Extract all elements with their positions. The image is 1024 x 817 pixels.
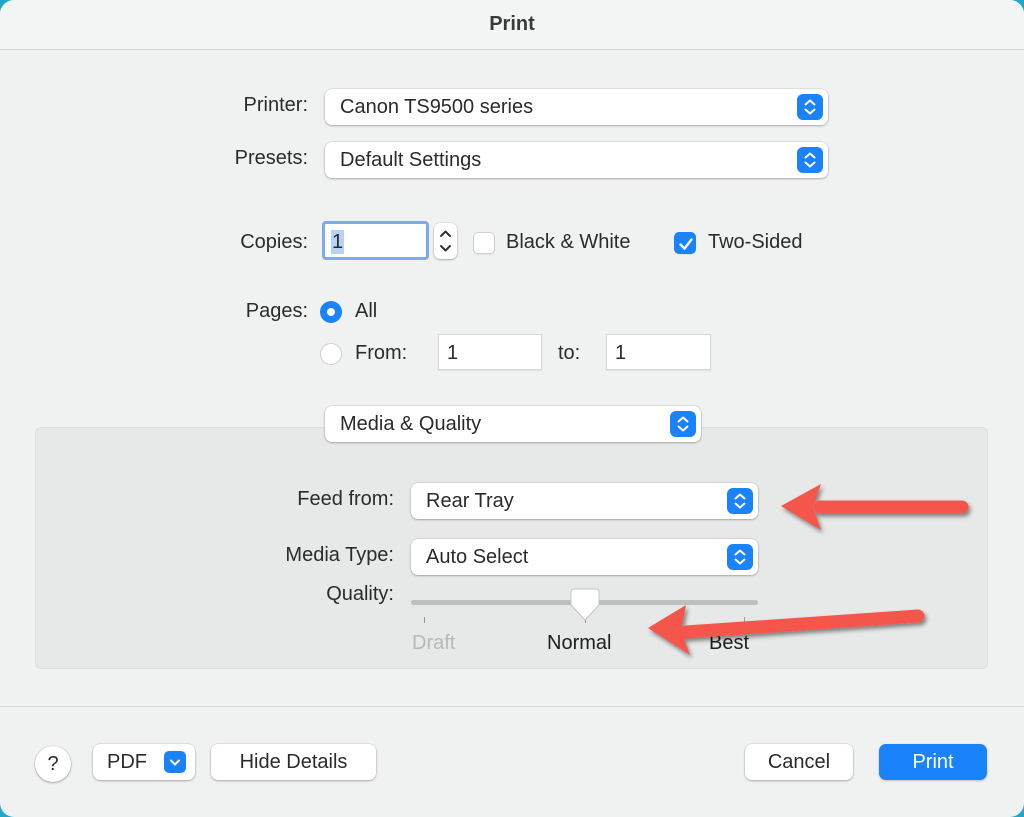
media-type-value: Auto Select bbox=[426, 546, 529, 568]
pages-label: Pages: bbox=[245, 300, 308, 322]
copies-value: 1 bbox=[331, 230, 345, 254]
quality-option-best[interactable]: Best bbox=[709, 632, 749, 655]
pdf-menu-button[interactable]: PDF bbox=[93, 744, 195, 780]
copies-stepper[interactable] bbox=[434, 223, 457, 259]
checkmark-icon bbox=[679, 238, 693, 250]
presets-label: Presets: bbox=[234, 147, 308, 169]
print-dialog: Print Printer: Canon TS9500 series Prese… bbox=[0, 0, 1024, 817]
pages-from-radio[interactable] bbox=[320, 343, 342, 365]
quality-option-draft[interactable]: Draft bbox=[412, 632, 455, 655]
feed-from-label: Feed from: bbox=[297, 488, 394, 510]
up-down-chevron-icon bbox=[797, 147, 823, 173]
slider-tick-best bbox=[744, 617, 745, 623]
pages-to-label: to: bbox=[558, 342, 581, 364]
up-down-chevron-icon bbox=[797, 94, 823, 120]
cancel-button[interactable]: Cancel bbox=[745, 744, 853, 780]
up-down-chevron-icon bbox=[727, 488, 753, 514]
title-bar: Print bbox=[0, 0, 1024, 50]
chevron-down-icon bbox=[164, 751, 186, 773]
pages-all-label: All bbox=[355, 300, 378, 322]
printer-label: Printer: bbox=[243, 94, 308, 116]
black-white-label: Black & White bbox=[506, 231, 631, 253]
help-icon: ? bbox=[47, 753, 59, 775]
pages-to-input[interactable]: 1 bbox=[606, 334, 711, 370]
copies-input[interactable]: 1 bbox=[322, 221, 429, 260]
feed-from-popup[interactable]: Rear Tray bbox=[411, 483, 758, 519]
presets-popup[interactable]: Default Settings bbox=[325, 142, 828, 178]
section-popup-value: Media & Quality bbox=[340, 413, 482, 435]
two-sided-label: Two-Sided bbox=[708, 231, 803, 253]
media-type-label: Media Type: bbox=[285, 544, 394, 566]
slider-tick-draft bbox=[424, 617, 425, 623]
pages-to-value: 1 bbox=[615, 342, 627, 364]
up-down-chevron-icon bbox=[670, 411, 696, 437]
print-button[interactable]: Print bbox=[879, 744, 987, 780]
media-type-popup[interactable]: Auto Select bbox=[411, 539, 758, 575]
hide-details-button[interactable]: Hide Details bbox=[211, 744, 376, 780]
up-down-chevron-icon bbox=[727, 544, 753, 570]
window-title: Print bbox=[489, 13, 535, 35]
two-sided-checkbox[interactable] bbox=[674, 232, 696, 254]
stepper-arrows-icon bbox=[440, 230, 451, 252]
printer-value: Canon TS9500 series bbox=[340, 96, 534, 118]
copies-label: Copies: bbox=[240, 231, 308, 253]
pages-from-input[interactable]: 1 bbox=[438, 334, 542, 370]
presets-value: Default Settings bbox=[340, 149, 482, 171]
feed-from-value: Rear Tray bbox=[426, 490, 514, 512]
quality-slider-knob[interactable] bbox=[569, 587, 601, 628]
quality-label: Quality: bbox=[326, 583, 394, 605]
pages-all-radio[interactable] bbox=[320, 301, 342, 323]
pages-from-label: From: bbox=[355, 342, 408, 364]
footer-separator bbox=[0, 706, 1024, 707]
pdf-label: PDF bbox=[107, 751, 147, 773]
printer-popup[interactable]: Canon TS9500 series bbox=[325, 89, 828, 125]
black-white-checkbox[interactable] bbox=[473, 232, 495, 254]
pages-from-value: 1 bbox=[447, 342, 459, 364]
quality-option-normal[interactable]: Normal bbox=[547, 632, 611, 655]
section-popup[interactable]: Media & Quality bbox=[325, 406, 701, 442]
help-button[interactable]: ? bbox=[35, 746, 71, 782]
